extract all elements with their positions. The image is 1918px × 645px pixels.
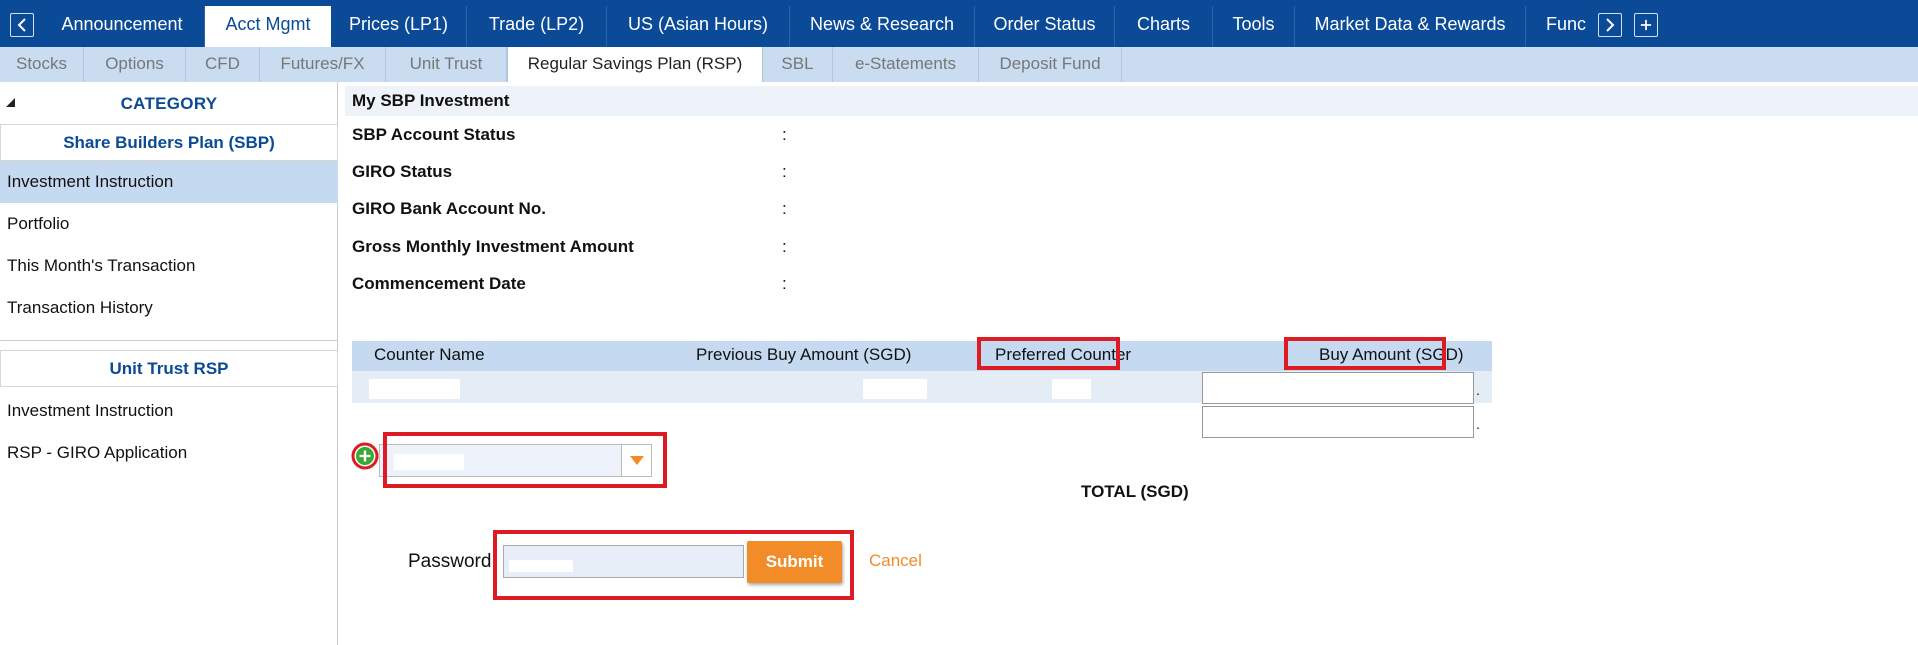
category-label: CATEGORY [120, 94, 218, 113]
add-tab-icon[interactable] [1634, 13, 1658, 37]
sidebar-divider [0, 340, 338, 341]
subtab-stocks[interactable]: Stocks [0, 47, 84, 82]
info-label-giro-bank-account: GIRO Bank Account No. [352, 199, 546, 218]
info-label-giro-status: GIRO Status [352, 162, 453, 181]
sidebar-item-transaction-history[interactable]: Transaction History [0, 287, 338, 329]
highlight-counter-select [383, 432, 667, 488]
decimal-sep: . [1476, 416, 1480, 432]
subtab-unit-trust[interactable]: Unit Trust [386, 47, 507, 82]
tab-charts[interactable]: Charts [1115, 6, 1213, 47]
sidebar-item-rsp-giro-application[interactable]: RSP - GIRO Application [0, 432, 338, 474]
info-label-sbp-account-status: SBP Account Status [352, 125, 516, 144]
info-sep: : [782, 237, 787, 256]
cancel-link[interactable]: Cancel [869, 551, 922, 571]
category-header[interactable]: CATEGORY [0, 90, 338, 116]
sidebar-item-ut-investment-instruction[interactable]: Investment Instruction [0, 390, 338, 432]
add-counter-icon[interactable] [351, 442, 379, 475]
subtab-regular-savings-plan[interactable]: Regular Savings Plan (RSP) [507, 47, 763, 82]
sidebar-item-this-months-transaction[interactable]: This Month's Transaction [0, 245, 338, 287]
col-previous-buy-amount: Previous Buy Amount (SGD) [696, 345, 912, 364]
sidebar: CATEGORY Share Builders Plan (SBP) Inves… [0, 82, 338, 645]
subtab-sbl[interactable]: SBL [763, 47, 833, 82]
section-title: My SBP Investment [345, 86, 1918, 116]
masked-counter-name [369, 379, 460, 399]
tab-trade-lp2[interactable]: Trade (LP2) [467, 6, 607, 47]
tab-announcement[interactable]: Announcement [40, 6, 205, 47]
tab-func[interactable]: Func [1538, 6, 1588, 47]
masked-previous-amount [863, 379, 927, 399]
info-sep: : [782, 274, 787, 293]
password-label: Password [408, 551, 492, 572]
buy-amount-input-1[interactable] [1202, 372, 1474, 404]
decimal-sep: . [1476, 382, 1480, 398]
tab-tools[interactable]: Tools [1213, 6, 1295, 47]
subtab-futures-fx[interactable]: Futures/FX [260, 47, 386, 82]
sidebar-group-unit-trust-rsp: Unit Trust RSP [0, 350, 338, 387]
col-counter-name: Counter Name [374, 345, 485, 364]
top-nav: Announcement Acct Mgmt Prices (LP1) Trad… [0, 0, 1918, 47]
nav-scroll-right-icon[interactable] [1598, 13, 1622, 37]
info-label-gross-monthly-investment: Gross Monthly Investment Amount [352, 237, 634, 256]
tab-order-status[interactable]: Order Status [975, 6, 1115, 47]
tab-market-data-rewards[interactable]: Market Data & Rewards [1295, 6, 1526, 47]
tab-prices-lp1[interactable]: Prices (LP1) [331, 6, 467, 47]
subtab-deposit-fund[interactable]: Deposit Fund [979, 47, 1122, 82]
tab-acct-mgmt[interactable]: Acct Mgmt [205, 6, 331, 47]
info-sep: : [782, 125, 787, 144]
subtab-options[interactable]: Options [84, 47, 186, 82]
highlight-password-submit [493, 530, 854, 600]
sub-nav: Stocks Options CFD Futures/FX Unit Trust… [0, 47, 1918, 82]
info-sep: : [782, 199, 787, 218]
tab-us-asian-hours[interactable]: US (Asian Hours) [607, 6, 790, 47]
sidebar-item-portfolio[interactable]: Portfolio [0, 203, 338, 245]
highlight-buy-amount [1284, 337, 1446, 370]
tab-news-research[interactable]: News & Research [790, 6, 975, 47]
buy-amount-input-2[interactable] [1202, 406, 1474, 438]
subtab-e-statements[interactable]: e-Statements [833, 47, 979, 82]
masked-preferred-counter [1052, 379, 1091, 399]
subtab-cfd[interactable]: CFD [186, 47, 260, 82]
info-sep: : [782, 162, 787, 181]
sidebar-item-sbp-investment-instruction[interactable]: Investment Instruction [0, 161, 338, 203]
total-label: TOTAL (SGD) [1081, 482, 1189, 501]
nav-scroll-left-icon[interactable] [10, 13, 34, 37]
info-label-commencement-date: Commencement Date [352, 274, 526, 293]
highlight-preferred-counter [977, 337, 1120, 370]
sidebar-group-sbp: Share Builders Plan (SBP) [0, 124, 338, 161]
main-content: My SBP Investment SBP Account Status : G… [339, 82, 1918, 645]
